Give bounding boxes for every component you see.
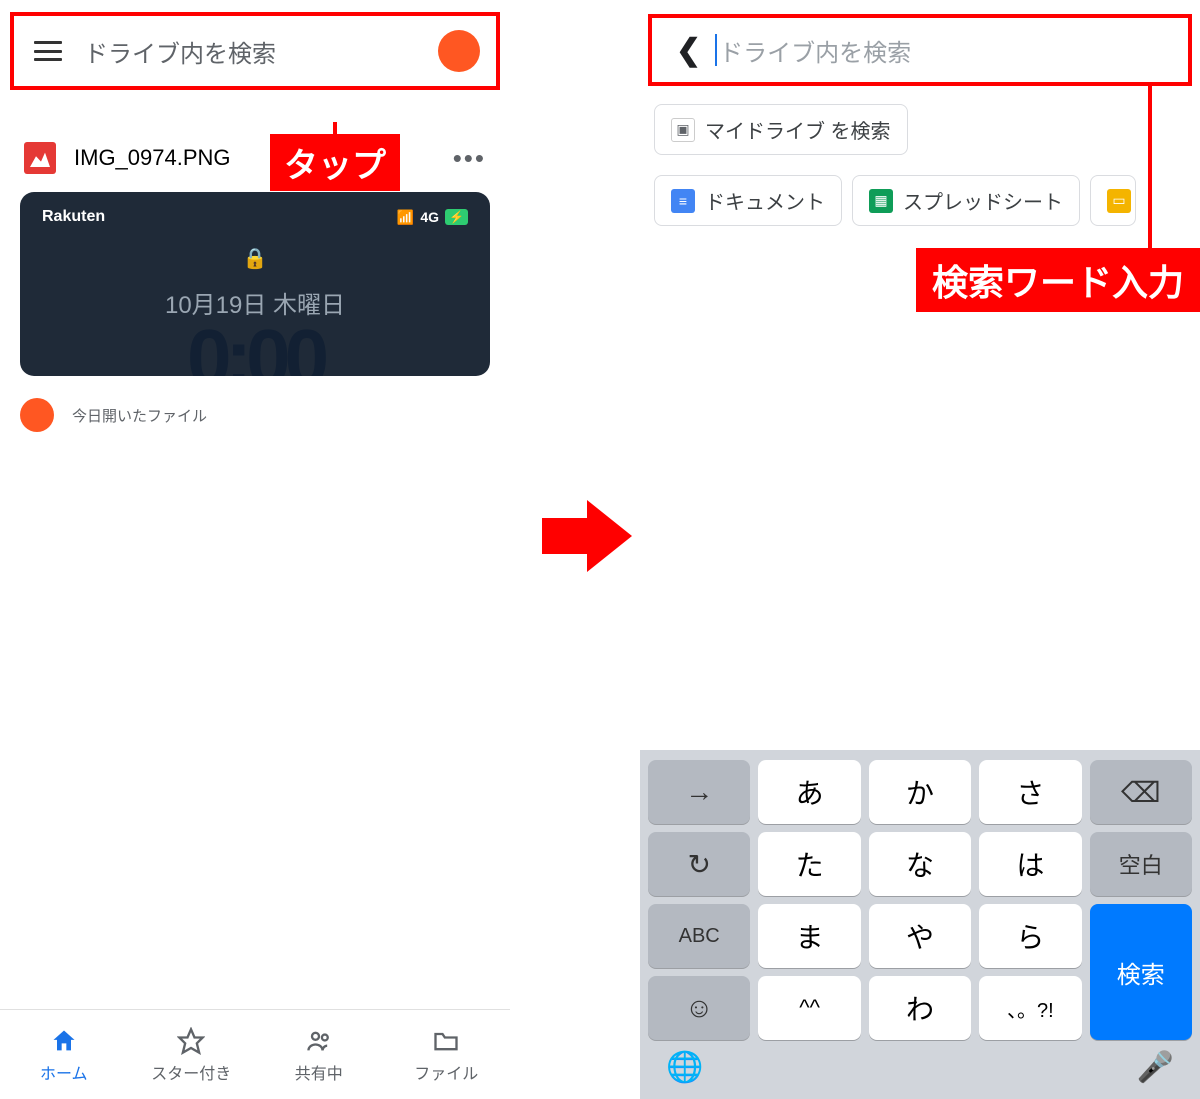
chip-docs[interactable]: ≡ ドキュメント [654, 175, 842, 226]
kb-undo-key[interactable]: ↻ [648, 832, 750, 896]
kb-key-sa[interactable]: さ [979, 760, 1081, 824]
legend-dot-icon [20, 398, 54, 432]
back-icon[interactable]: ❮ [662, 33, 715, 68]
search-bar-active[interactable]: ❮ ドライブ内を検索 [648, 14, 1192, 86]
battery-icon: ⚡ [445, 209, 468, 225]
kb-key-punct[interactable]: 、。?! [979, 976, 1081, 1040]
more-icon[interactable]: ••• [453, 143, 486, 174]
home-icon [49, 1026, 79, 1056]
kb-key-kaomoji[interactable]: ^^ [758, 976, 860, 1040]
legend-label: 今日開いたファイル [72, 405, 207, 426]
chip-slides[interactable]: ▭ [1090, 175, 1136, 226]
signal-icon: 📶 [397, 209, 414, 226]
kb-key-ma[interactable]: ま [758, 904, 860, 968]
chip-sheets[interactable]: ▦ スプレッドシート [852, 175, 1080, 226]
drive-icon: ▣ [671, 118, 695, 142]
text-cursor [715, 34, 717, 66]
chip-mydrive[interactable]: ▣ マイドライブ を検索 [654, 104, 908, 155]
kb-backspace-key[interactable]: ⌫ [1090, 760, 1192, 824]
kb-key-ha[interactable]: は [979, 832, 1081, 896]
transition-arrow-icon [542, 486, 632, 591]
kb-key-ya[interactable]: や [869, 904, 971, 968]
nav-shared[interactable]: 共有中 [255, 1010, 383, 1099]
soft-keyboard: → あ か さ ⌫ ↻ た な は 空白 ABC ま や ら 検索 ☺ ^^ わ… [640, 750, 1200, 1099]
nav-shared-label: 共有中 [295, 1060, 343, 1084]
drive-home-screen: ドライブ内を検索 タップ IMG_0974.PNG ••• Rakuten 📶 … [0, 0, 510, 1099]
kb-emoji-key[interactable]: ☺ [648, 976, 750, 1040]
nav-files-label: ファイル [414, 1060, 478, 1084]
kb-abc-key[interactable]: ABC [648, 904, 750, 968]
chip-sheets-label: スプレッドシート [903, 186, 1063, 215]
kb-key-ra[interactable]: ら [979, 904, 1081, 968]
kb-key-ta[interactable]: た [758, 832, 860, 896]
legend-row: 今日開いたファイル [20, 398, 490, 432]
chip-mydrive-label: マイドライブ を検索 [705, 115, 891, 144]
file-row[interactable]: IMG_0974.PNG ••• [0, 142, 510, 174]
annotation-search-input: 検索ワード入力 [916, 248, 1200, 312]
kb-key-na[interactable]: な [869, 832, 971, 896]
annotation-tap: タップ [270, 122, 400, 191]
network-label: 4G [420, 209, 439, 225]
search-placeholder: ドライブ内を検索 [84, 34, 438, 69]
mic-icon[interactable]: 🎤 [1137, 1050, 1174, 1085]
star-icon [176, 1026, 206, 1056]
chip-docs-label: ドキュメント [705, 186, 825, 215]
thumb-status-icons: 📶 4G ⚡ [397, 208, 468, 226]
sheets-icon: ▦ [869, 189, 893, 213]
account-avatar[interactable] [438, 30, 480, 72]
nav-home[interactable]: ホーム [0, 1010, 128, 1099]
annotation-search-input-label: 検索ワード入力 [916, 248, 1200, 312]
annotation-tap-label: タップ [270, 134, 400, 191]
kb-tab-key[interactable]: → [648, 760, 750, 824]
kb-search-key[interactable]: 検索 [1090, 904, 1192, 1040]
search-placeholder: ドライブ内を検索 [719, 33, 911, 68]
nav-starred-label: スター付き [151, 1060, 231, 1084]
docs-icon: ≡ [671, 189, 695, 213]
thumb-clock: 0:00 [42, 334, 468, 376]
folder-icon [431, 1026, 461, 1056]
nav-home-label: ホーム [40, 1060, 88, 1084]
slides-icon: ▭ [1107, 189, 1131, 213]
kb-key-ka[interactable]: か [869, 760, 971, 824]
nav-starred[interactable]: スター付き [128, 1010, 256, 1099]
search-filter-chips: ▣ マイドライブ を検索 ≡ ドキュメント ▦ スプレッドシート ▭ [640, 86, 1200, 226]
menu-icon[interactable] [34, 41, 62, 61]
kb-space-key[interactable]: 空白 [1090, 832, 1192, 896]
image-file-icon [24, 142, 56, 174]
bottom-nav: ホーム スター付き 共有中 ファイル [0, 1009, 510, 1099]
thumb-carrier: Rakuten [42, 208, 105, 226]
shared-icon [304, 1026, 334, 1056]
kb-key-wa[interactable]: わ [869, 976, 971, 1040]
lock-icon: 🔒 [42, 246, 468, 271]
drive-search-screen: ❮ ドライブ内を検索 ▣ マイドライブ を検索 ≡ ドキュメント ▦ スプレッド… [640, 0, 1200, 1099]
kb-key-a[interactable]: あ [758, 760, 860, 824]
file-thumbnail[interactable]: Rakuten 📶 4G ⚡ 🔒 10月19日 木曜日 0:00 [20, 192, 490, 376]
search-bar[interactable]: ドライブ内を検索 [10, 12, 500, 90]
globe-icon[interactable]: 🌐 [666, 1050, 703, 1085]
nav-files[interactable]: ファイル [383, 1010, 511, 1099]
